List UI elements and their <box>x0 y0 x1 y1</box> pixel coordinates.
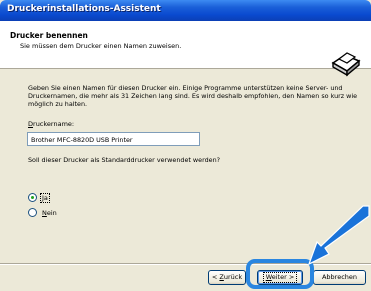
wizard-header: Drucker benennen Sie müssen dem Drucker … <box>0 21 371 77</box>
cancel-button[interactable]: Abbrechen <box>313 270 366 285</box>
printer-name-input[interactable]: Brother MFC-8820D USB Printer <box>27 132 200 146</box>
back-button[interactable]: < Zurück <box>208 270 246 285</box>
radio-no-label[interactable]: Nein <box>41 209 58 217</box>
header-title: Drucker benennen <box>10 31 88 40</box>
description-text: Geben Sie einen Namen für diesen Drucker… <box>28 84 358 108</box>
radio-no[interactable]: Nein <box>28 208 58 217</box>
radio-no-button[interactable] <box>28 208 37 217</box>
default-printer-question: Soll dieser Drucker als Standarddrucker … <box>28 156 221 164</box>
header-subtitle: Sie müssen dem Drucker einen Namen zuwei… <box>20 42 182 50</box>
title-bar[interactable]: Druckerinstallations-Assistent <box>0 0 371 21</box>
pointer-arrow-icon <box>307 205 370 266</box>
radio-yes-button[interactable] <box>28 193 37 202</box>
printer-name-label: Druckername: <box>28 120 75 128</box>
window-title: Druckerinstallations-Assistent <box>7 4 161 14</box>
radio-yes[interactable]: Ja <box>28 192 50 203</box>
wizard-window: Druckerinstallations-Assistent Drucker b… <box>0 0 371 291</box>
radio-yes-label[interactable]: Ja <box>40 192 50 203</box>
